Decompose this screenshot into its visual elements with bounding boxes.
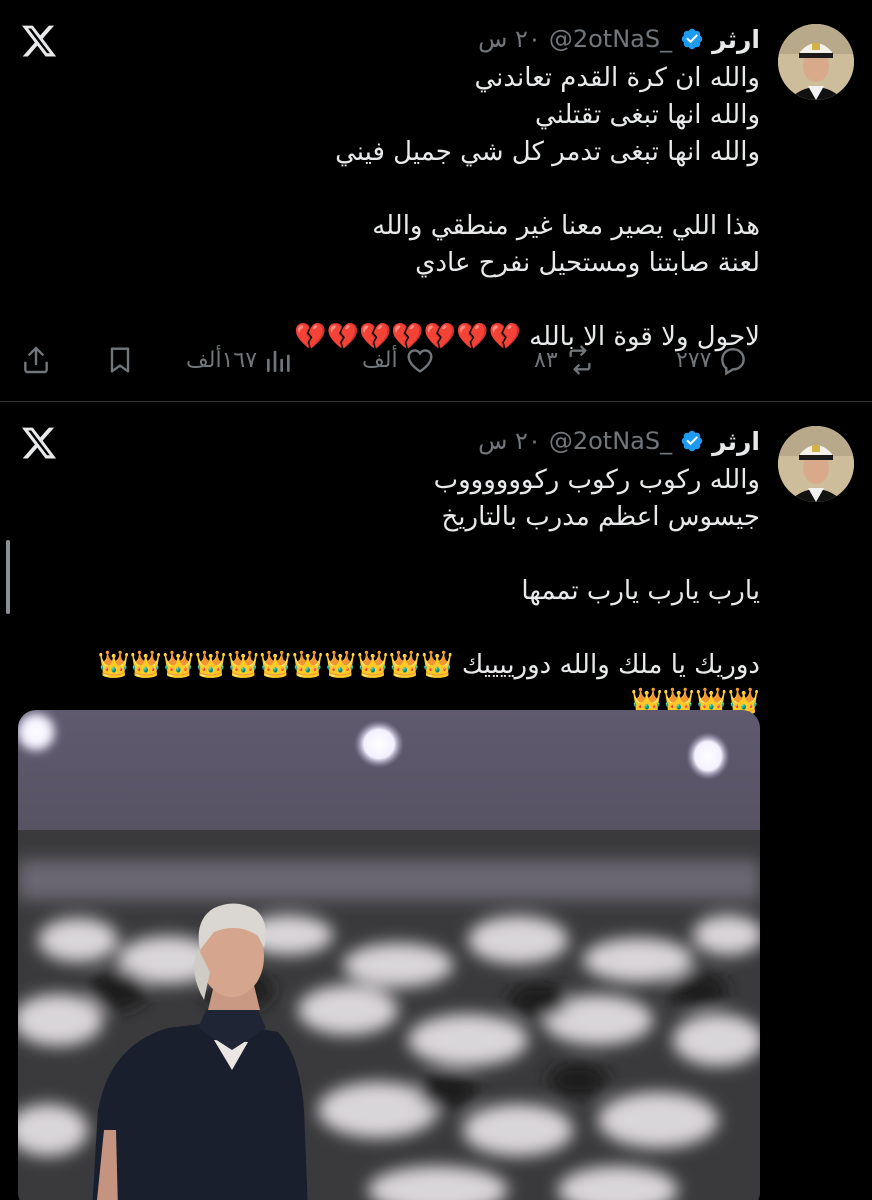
tweet-line: والله ركوب ركوب ركووووووب — [433, 465, 760, 495]
x-logo-icon[interactable] — [20, 424, 58, 462]
share-icon — [24, 346, 48, 374]
tweet-line: دوريك يا ملك والله دورييييك 👑👑👑👑👑👑👑👑👑👑👑 — [97, 650, 761, 680]
reply-count: ٢٧٧ — [676, 347, 712, 373]
tweet[interactable]: ارثر @2otNaS_ ٢٠ س والله ان كرة القدم تع… — [0, 0, 872, 402]
views-icon — [267, 350, 290, 372]
views-button[interactable]: ١٦٧ألف — [186, 340, 295, 380]
like-count: ألف — [362, 347, 398, 373]
tweet-actions: ٢٧٧ ٨٣ ألف ١٦٧ألف — [0, 340, 872, 380]
retweet-count: ٨٣ — [534, 347, 558, 373]
tweet-line: هذا اللي يصير معنا غير منطقي والله — [372, 211, 760, 241]
tweet-header: ارثر @2otNaS_ ٢٠ س — [478, 22, 760, 56]
author-handle[interactable]: @2otNaS_ — [549, 427, 672, 455]
x-logo-icon[interactable] — [20, 22, 58, 60]
retweet-icon — [569, 345, 591, 375]
bookmark-button[interactable] — [104, 340, 136, 380]
author-name[interactable]: ارثر — [712, 427, 760, 456]
tweet-line — [60, 171, 760, 208]
tweet-line: جيسوس اعظم مدرب بالتاريخ — [441, 502, 760, 532]
tweet-timestamp[interactable]: ٢٠ س — [478, 25, 541, 53]
tweet-timestamp[interactable]: ٢٠ س — [478, 427, 541, 455]
tweet-line: والله انها تبغى تدمر كل شي جميل فيني — [335, 137, 760, 167]
avatar[interactable] — [778, 426, 854, 502]
tweet-line — [60, 282, 760, 319]
verified-badge-icon — [681, 430, 703, 452]
verified-badge-icon — [681, 28, 703, 50]
tweet-text: والله ان كرة القدم تعاندني والله انها تب… — [60, 60, 760, 356]
heart-icon — [407, 349, 433, 373]
tweet-line: والله انها تبغى تقتلني — [534, 100, 760, 130]
views-count: ١٦٧ألف — [186, 347, 258, 373]
tweet-line: والله ان كرة القدم تعاندني — [474, 63, 760, 93]
tweet[interactable]: ارثر @2otNaS_ ٢٠ س والله ركوب ركوب ركووو… — [0, 402, 872, 1200]
author-handle[interactable]: @2otNaS_ — [549, 25, 672, 53]
tweet-line: يارب يارب يارب تممها — [521, 576, 760, 606]
tweet-line — [60, 610, 760, 647]
tweet-photo[interactable] — [18, 710, 760, 1200]
retweet-button[interactable]: ٨٣ — [534, 340, 596, 380]
reply-button[interactable]: ٢٧٧ — [676, 340, 749, 380]
bookmark-icon — [110, 347, 130, 373]
coach-photo-image — [18, 710, 760, 1200]
like-button[interactable]: ألف — [362, 340, 436, 380]
share-button[interactable] — [20, 340, 52, 380]
tweet-line: لعنة صابتنا ومستحيل نفرح عادي — [415, 248, 760, 278]
tweet-header: ارثر @2otNaS_ ٢٠ س — [478, 424, 760, 458]
tweet-line — [60, 536, 760, 573]
tweet-text: والله ركوب ركوب ركووووووب جيسوس اعظم مدر… — [60, 462, 761, 721]
scrollbar[interactable] — [6, 540, 10, 614]
reply-icon — [721, 348, 746, 376]
author-name[interactable]: ارثر — [712, 25, 760, 54]
avatar[interactable] — [778, 24, 854, 100]
